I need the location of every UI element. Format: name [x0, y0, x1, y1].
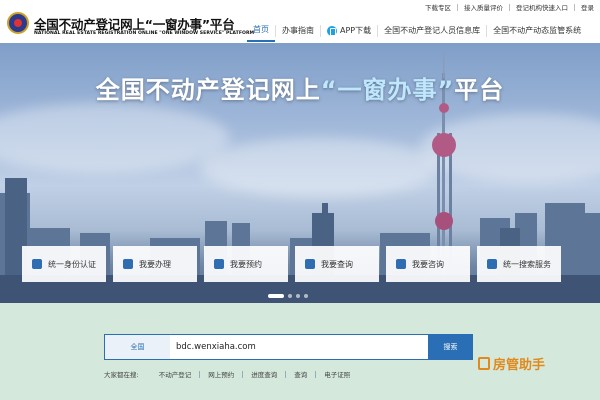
carousel-dot[interactable] — [296, 294, 300, 298]
nav-guide[interactable]: 办事指南 — [276, 19, 320, 42]
service-shortcuts: 统一身份认证 我要办理 我要预约 我要查询 我要咨询 统一搜索服务 — [22, 246, 561, 282]
hot-searches: 大家都在搜: 不动产登记 网上预约 进度查询 查询 电子证照 — [104, 369, 358, 379]
document-edit-icon — [123, 259, 133, 269]
link-icon — [487, 259, 497, 269]
service-unified-search[interactable]: 统一搜索服务 — [477, 246, 561, 282]
service-identity-auth[interactable]: 统一身份认证 — [22, 246, 106, 282]
carousel-indicators — [268, 294, 308, 298]
main-nav: 首页 办事指南 APP下载 全国不动产登记人员信息库 全国不动产动态监管系统 — [247, 19, 587, 42]
hot-keyword[interactable]: 进度查询 — [243, 369, 285, 379]
divider — [457, 3, 458, 11]
top-links: 下载专区 接入质量评价 登记机构快速入口 登录 — [425, 2, 594, 12]
nav-label: 全国不动产登记人员信息库 — [384, 25, 481, 35]
service-consult[interactable]: 我要咨询 — [386, 246, 470, 282]
search-section: 全国 搜索 大家都在搜: 不动产登记 网上预约 进度查询 查询 电子证照 房管助… — [0, 303, 600, 400]
service-label: 我要预约 — [230, 259, 262, 269]
nav-label: 全国不动产动态监管系统 — [493, 25, 582, 35]
service-label: 我要咨询 — [412, 259, 444, 269]
search-doc-icon — [305, 259, 315, 269]
hero-title-part: 平台 — [454, 76, 505, 104]
hot-keyword[interactable]: 查询 — [286, 369, 315, 379]
hero-title-highlight: “一窗办事” — [320, 76, 455, 104]
hero-banner[interactable]: 全国不动产登记网上“一窗办事”平台 统一身份认证 我要办理 我要预约 我要查询 … — [0, 43, 600, 303]
service-label: 我要查询 — [321, 259, 353, 269]
site-header: 全国不动产登记网上“一窗办事”平台 NATIONAL REAL ESTATE R… — [0, 0, 600, 43]
search-scope-select[interactable]: 全国 — [104, 334, 170, 360]
emblem-icon[interactable] — [7, 12, 29, 34]
top-link-login[interactable]: 登录 — [581, 2, 594, 12]
divider — [574, 3, 575, 11]
search-bar: 全国 搜索 — [104, 334, 473, 360]
divider — [509, 3, 510, 11]
hero-title-part: 全国不动产登记网上 — [95, 76, 321, 104]
carousel-dot[interactable] — [288, 294, 292, 298]
top-link-quality[interactable]: 接入质量评价 — [464, 2, 503, 12]
service-label: 我要办理 — [139, 259, 171, 269]
watermark: 房管助手 — [478, 354, 545, 373]
id-card-icon — [32, 259, 42, 269]
service-apply[interactable]: 我要办理 — [113, 246, 197, 282]
nav-label: 首页 — [253, 24, 269, 34]
nav-app-download[interactable]: APP下载 — [321, 19, 377, 42]
service-label: 统一搜索服务 — [503, 259, 551, 269]
hot-keyword[interactable]: 电子证照 — [316, 369, 358, 379]
watermark-icon — [478, 357, 490, 370]
nav-home[interactable]: 首页 — [247, 19, 275, 42]
hot-keyword[interactable]: 网上预约 — [200, 369, 242, 379]
search-input[interactable] — [170, 334, 428, 360]
carousel-dot[interactable] — [304, 294, 308, 298]
top-link-download[interactable]: 下载专区 — [425, 2, 451, 12]
top-link-agency[interactable]: 登记机构快速入口 — [516, 2, 568, 12]
service-appointment[interactable]: 我要预约 — [204, 246, 288, 282]
nav-personnel-db[interactable]: 全国不动产登记人员信息库 — [378, 19, 486, 42]
nav-label: 办事指南 — [282, 25, 314, 35]
service-label: 统一身份认证 — [48, 259, 96, 269]
chat-icon — [396, 259, 406, 269]
hero-title: 全国不动产登记网上“一窗办事”平台 — [0, 70, 600, 105]
carousel-dot[interactable] — [268, 294, 284, 298]
nav-label: APP下载 — [340, 25, 372, 35]
hot-keyword[interactable]: 不动产登记 — [151, 369, 200, 379]
nav-monitoring[interactable]: 全国不动产动态监管系统 — [487, 19, 587, 42]
mobile-app-icon — [327, 25, 337, 36]
search-button[interactable]: 搜索 — [428, 334, 473, 360]
service-query[interactable]: 我要查询 — [295, 246, 379, 282]
calendar-icon — [214, 259, 224, 269]
hot-searches-label: 大家都在搜: — [104, 371, 139, 379]
watermark-text: 房管助手 — [493, 358, 546, 373]
site-subtitle: NATIONAL REAL ESTATE REGISTRATION ONLINE… — [34, 31, 255, 36]
